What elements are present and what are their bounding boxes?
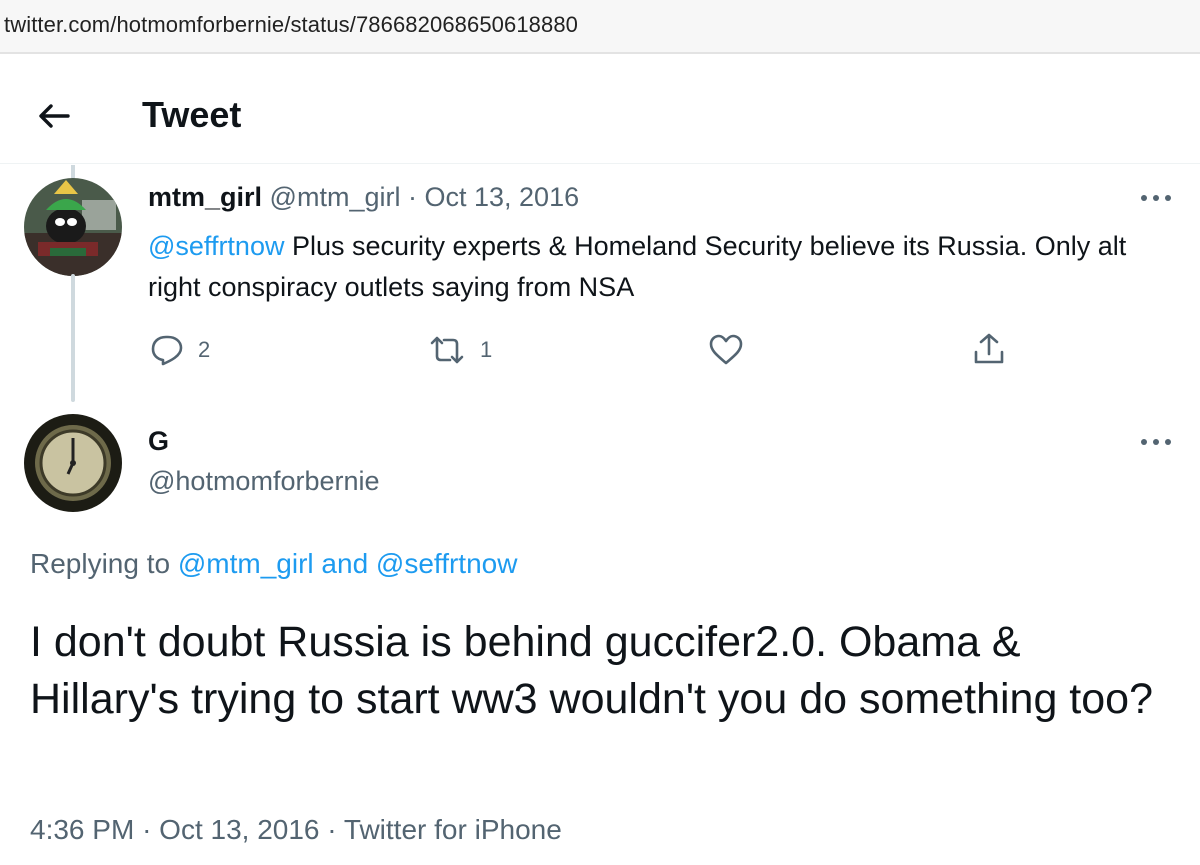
thread-line bbox=[71, 274, 75, 402]
more-icon bbox=[1141, 439, 1171, 445]
parent-date[interactable]: Oct 13, 2016 bbox=[425, 182, 580, 212]
main-author-handle[interactable]: @hotmomforbernie bbox=[148, 466, 380, 497]
parent-mention[interactable]: @seffrtnow bbox=[148, 231, 284, 261]
reply-action[interactable]: 2 bbox=[150, 334, 210, 366]
replying-to-line: Replying to @mtm_girl and @seffrtnow bbox=[30, 548, 517, 580]
replying-user-1[interactable]: @mtm_girl bbox=[178, 548, 314, 579]
parent-author-name[interactable]: mtm_girl bbox=[148, 182, 262, 212]
reply-icon bbox=[151, 335, 183, 366]
avatar-image bbox=[24, 178, 122, 276]
share-action[interactable] bbox=[972, 332, 1006, 366]
like-icon bbox=[709, 334, 743, 365]
back-arrow-icon bbox=[39, 104, 70, 128]
tweet-meta: 4:36 PM · Oct 13, 2016 · Twitter for iPh… bbox=[30, 814, 562, 846]
url-text[interactable]: twitter.com/hotmomforbernie/status/78668… bbox=[4, 12, 578, 38]
main-author-name[interactable]: G bbox=[148, 426, 169, 457]
parent-tweet-header: mtm_girl @mtm_girl · Oct 13, 2016 bbox=[148, 182, 579, 213]
meta-separator-2: · bbox=[327, 814, 337, 845]
avatar-hotmomforbernie[interactable] bbox=[24, 414, 122, 512]
parent-author-handle[interactable]: @mtm_girl bbox=[270, 182, 401, 212]
page-title: Tweet bbox=[142, 94, 242, 135]
replying-prefix: Replying to bbox=[30, 548, 178, 579]
avatar-image bbox=[24, 414, 122, 512]
back-button[interactable] bbox=[34, 96, 74, 136]
parent-text-body: Plus security experts & Homeland Securit… bbox=[148, 231, 1127, 302]
tweet-time[interactable]: 4:36 PM bbox=[30, 814, 134, 845]
retweet-icon bbox=[430, 336, 464, 364]
meta-separator-1: · bbox=[142, 814, 152, 845]
replying-user-2[interactable]: @seffrtnow bbox=[376, 548, 518, 579]
main-tweet-text: I don't doubt Russia is behind guccifer2… bbox=[30, 618, 1153, 723]
parent-tweet-text: @seffrtnow Plus security experts & Homel… bbox=[148, 226, 1158, 308]
parent-more-button[interactable] bbox=[1136, 188, 1176, 208]
retweet-action[interactable]: 1 bbox=[428, 334, 492, 366]
share-icon bbox=[974, 333, 1004, 364]
avatar-mtm-girl[interactable] bbox=[24, 178, 122, 276]
page-header: Tweet bbox=[0, 60, 1200, 164]
tweet-source[interactable]: Twitter for iPhone bbox=[344, 814, 562, 845]
reply-count: 2 bbox=[198, 337, 211, 362]
parent-separator: · bbox=[407, 182, 417, 212]
main-more-button[interactable] bbox=[1136, 432, 1176, 452]
browser-address-bar[interactable]: twitter.com/hotmomforbernie/status/78668… bbox=[0, 0, 1200, 54]
thread-line-top bbox=[71, 165, 75, 179]
replying-and: and bbox=[313, 548, 376, 579]
more-icon bbox=[1141, 195, 1171, 201]
retweet-count: 1 bbox=[480, 337, 493, 362]
tweet-date[interactable]: Oct 13, 2016 bbox=[159, 814, 319, 845]
like-action[interactable] bbox=[708, 334, 744, 366]
